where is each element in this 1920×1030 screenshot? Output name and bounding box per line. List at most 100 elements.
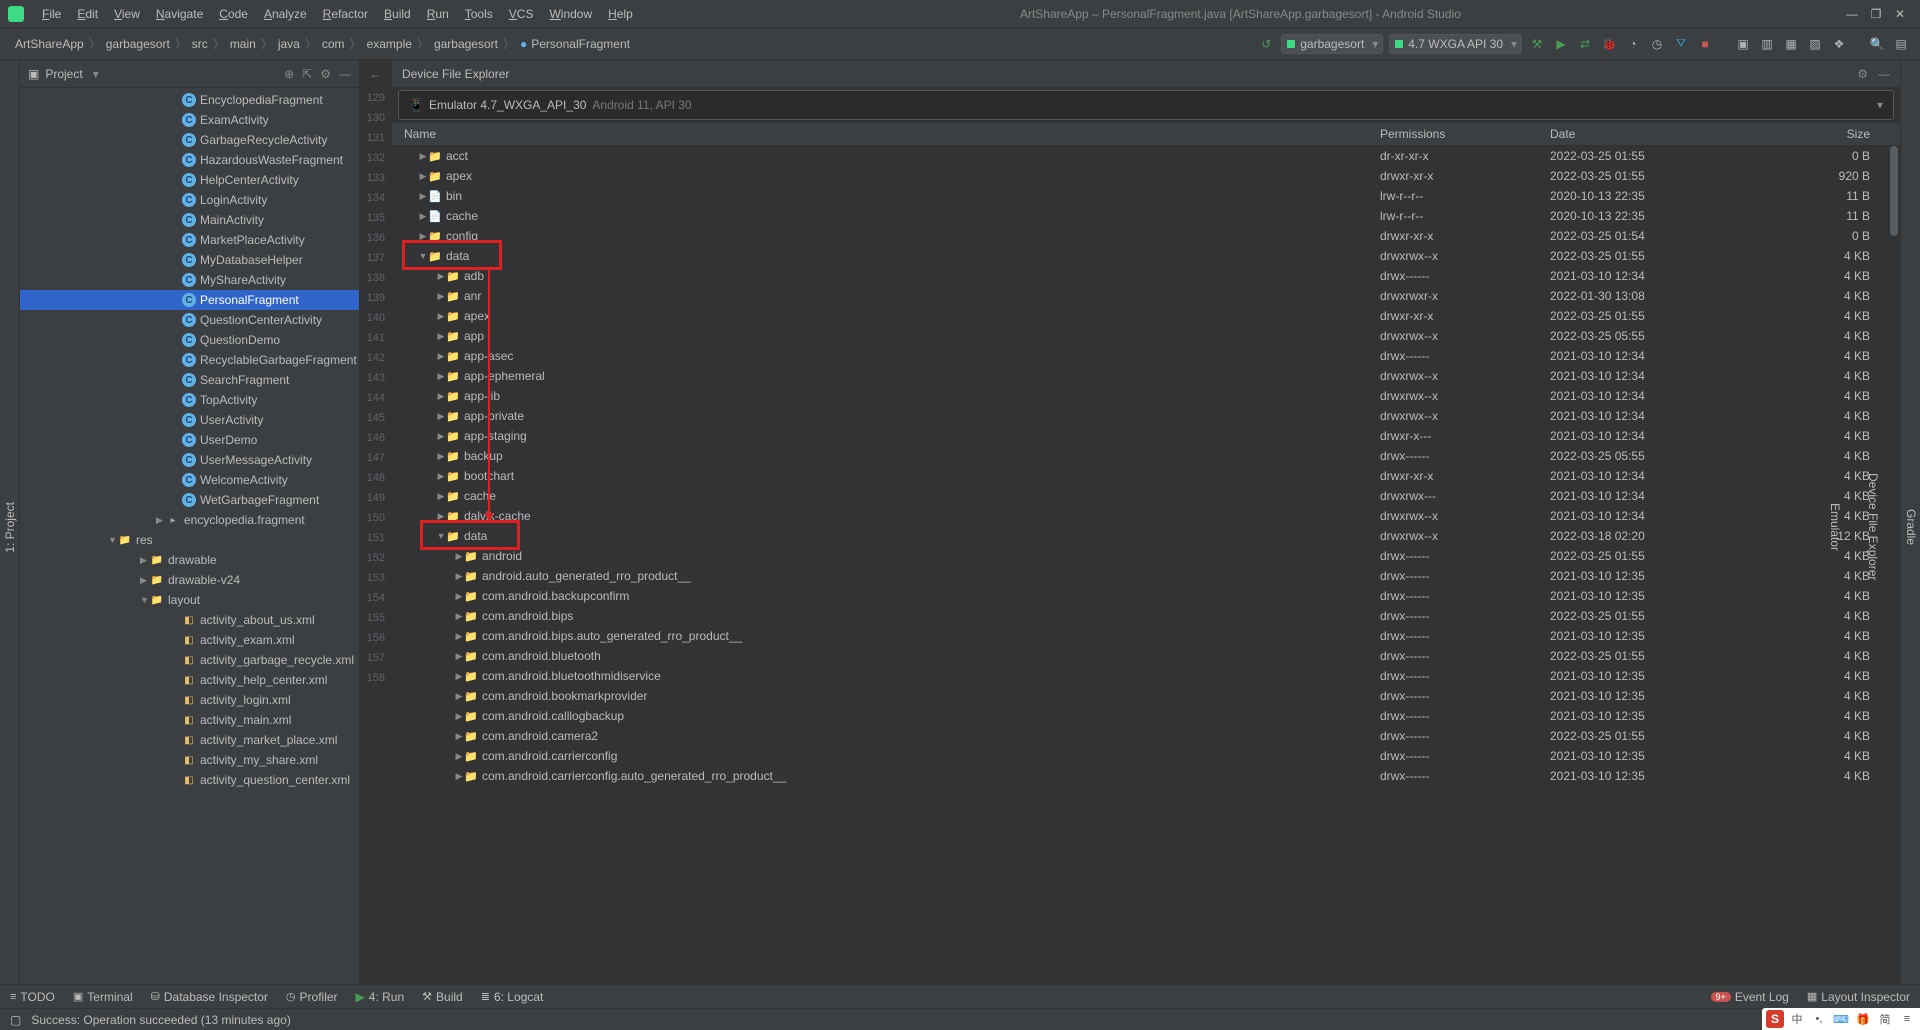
file-row-acct[interactable]: ▶📁acctdr-xr-xr-x2022-03-25 01:550 B: [392, 146, 1900, 166]
tree-item-LoginActivity[interactable]: CLoginActivity: [20, 190, 359, 210]
tree-item-HelpCenterActivity[interactable]: CHelpCenterActivity: [20, 170, 359, 190]
expand-arrow-icon[interactable]: ▶: [454, 731, 464, 742]
breadcrumb-garbagesort[interactable]: garbagesort: [429, 37, 503, 51]
tree-item-drawable[interactable]: ▶📁drawable: [20, 550, 359, 570]
tree-item-HazardousWasteFragment[interactable]: CHazardousWasteFragment: [20, 150, 359, 170]
ime-bar[interactable]: S 中 •, ⌨ 🎁 简 ≡: [1762, 1008, 1920, 1030]
expand-arrow-icon[interactable]: ▶: [454, 751, 464, 762]
apply-changes-icon[interactable]: ⇄: [1576, 35, 1594, 53]
tab-build[interactable]: ⚒ Build: [422, 990, 463, 1004]
resource-icon[interactable]: ▦: [1782, 35, 1800, 53]
file-row-com.android.bips.auto_generated_rro_product__[interactable]: ▶📁com.android.bips.auto_generated_rro_pr…: [392, 626, 1900, 646]
breadcrumb-example[interactable]: example: [362, 37, 417, 51]
gear-icon[interactable]: ⚙: [1857, 67, 1868, 81]
file-row-app-lib[interactable]: ▶📁app-libdrwxrwx--x2021-03-10 12:344 KB: [392, 386, 1900, 406]
expand-arrow-icon[interactable]: ▶: [454, 631, 464, 642]
tree-item-QuestionCenterActivity[interactable]: CQuestionCenterActivity: [20, 310, 359, 330]
file-row-app[interactable]: ▶📁appdrwxrwx--x2022-03-25 05:554 KB: [392, 326, 1900, 346]
file-row-com.android.bips[interactable]: ▶📁com.android.bipsdrwx------2022-03-25 0…: [392, 606, 1900, 626]
project-tree[interactable]: CEncyclopediaFragmentCExamActivityCGarba…: [20, 88, 359, 984]
tree-item-WelcomeActivity[interactable]: CWelcomeActivity: [20, 470, 359, 490]
file-row-cache[interactable]: ▶📁cachedrwxrwx---2021-03-10 12:344 KB: [392, 486, 1900, 506]
menu-vcs[interactable]: VCS: [501, 7, 542, 21]
avd-icon[interactable]: ▣: [1734, 35, 1752, 53]
tab-gradle[interactable]: Gradle: [1902, 503, 1920, 551]
expand-arrow-icon[interactable]: ▶: [436, 511, 446, 522]
tree-item-UserDemo[interactable]: CUserDemo: [20, 430, 359, 450]
tree-item-layout[interactable]: ▼📁layout: [20, 590, 359, 610]
expand-arrow-icon[interactable]: ▶: [454, 671, 464, 682]
tree-item-MyShareActivity[interactable]: CMyShareActivity: [20, 270, 359, 290]
search-icon[interactable]: 🔍: [1868, 35, 1886, 53]
expand-arrow-icon[interactable]: ▶: [454, 771, 464, 782]
expand-arrow-icon[interactable]: ▶: [436, 411, 446, 422]
menu-file[interactable]: File: [34, 7, 69, 21]
stop-icon[interactable]: ■: [1696, 35, 1714, 53]
sdk-icon[interactable]: ▥: [1758, 35, 1776, 53]
file-row-app-ephemeral[interactable]: ▶📁app-ephemeraldrwxrwx--x2021-03-10 12:3…: [392, 366, 1900, 386]
expand-arrow-icon[interactable]: ▶: [454, 651, 464, 662]
file-row-android.auto_generated_rro_product__[interactable]: ▶📁android.auto_generated_rro_product__dr…: [392, 566, 1900, 586]
breadcrumb-main[interactable]: main: [225, 37, 261, 51]
expand-arrow-icon[interactable]: ▶: [436, 431, 446, 442]
menu-refactor[interactable]: Refactor: [315, 7, 376, 21]
file-row-com.android.calllogbackup[interactable]: ▶📁com.android.calllogbackupdrwx------202…: [392, 706, 1900, 726]
ime-lang[interactable]: 中: [1788, 1010, 1806, 1028]
expand-arrow-icon[interactable]: ▶: [418, 231, 428, 242]
file-row-com.android.bluetooth[interactable]: ▶📁com.android.bluetoothdrwx------2022-03…: [392, 646, 1900, 666]
expand-arrow-icon[interactable]: ▶: [436, 331, 446, 342]
col-size[interactable]: Size: [1800, 127, 1900, 141]
expand-arrow-icon[interactable]: ▶: [436, 491, 446, 502]
expand-arrow-icon[interactable]: ▶: [454, 711, 464, 722]
expand-arrow-icon[interactable]: ▶: [436, 351, 446, 362]
profiler-icon[interactable]: ◷: [1648, 35, 1666, 53]
file-row-app-private[interactable]: ▶📁app-privatedrwxrwx--x2021-03-10 12:344…: [392, 406, 1900, 426]
tree-item-ExamActivity[interactable]: CExamActivity: [20, 110, 359, 130]
expand-arrow-icon[interactable]: ▶: [454, 551, 464, 562]
breadcrumb-com[interactable]: com: [317, 37, 350, 51]
editor-back-icon[interactable]: ←: [360, 60, 391, 88]
file-row-com.android.bluetoothmidiservice[interactable]: ▶📁com.android.bluetoothmidiservicedrwx--…: [392, 666, 1900, 686]
tab-profiler[interactable]: ◷ Profiler: [286, 990, 338, 1004]
device-select[interactable]: 4.7 WXGA API 30: [1389, 34, 1522, 54]
minimize-button[interactable]: —: [1840, 7, 1864, 21]
file-row-apex[interactable]: ▶📁apexdrwxr-xr-x2022-03-25 01:554 KB: [392, 306, 1900, 326]
expand-arrow-icon[interactable]: ▶: [436, 291, 446, 302]
file-row-android[interactable]: ▶📁androiddrwx------2022-03-25 01:554 KB: [392, 546, 1900, 566]
debug-icon[interactable]: 🐞: [1600, 35, 1618, 53]
expand-arrow-icon[interactable]: ▶: [436, 471, 446, 482]
ime-ballot-icon[interactable]: 🎁: [1854, 1010, 1872, 1028]
col-perm[interactable]: Permissions: [1380, 127, 1550, 141]
tree-item-RecyclableGarbageFragment[interactable]: CRecyclableGarbageFragment: [20, 350, 359, 370]
tree-item-WetGarbageFragment[interactable]: CWetGarbageFragment: [20, 490, 359, 510]
ime-keyboard-icon[interactable]: ⌨: [1832, 1010, 1850, 1028]
tab-event-log[interactable]: 9+ Event Log: [1711, 990, 1789, 1004]
menu-tools[interactable]: Tools: [457, 7, 501, 21]
tree-item-encyclopedia.fragment[interactable]: ▶▸encyclopedia.fragment: [20, 510, 359, 530]
tree-item-drawable-v24[interactable]: ▶📁drawable-v24: [20, 570, 359, 590]
tree-item-EncyclopediaFragment[interactable]: CEncyclopediaFragment: [20, 90, 359, 110]
target-icon[interactable]: ⊕: [284, 67, 294, 81]
tree-item-MainActivity[interactable]: CMainActivity: [20, 210, 359, 230]
breadcrumb-PersonalFragment[interactable]: PersonalFragment: [515, 37, 635, 51]
tree-item-MyDatabaseHelper[interactable]: CMyDatabaseHelper: [20, 250, 359, 270]
file-row-backup[interactable]: ▶📁backupdrwx------2022-03-25 05:554 KB: [392, 446, 1900, 466]
file-row-com.android.bookmarkprovider[interactable]: ▶📁com.android.bookmarkproviderdrwx------…: [392, 686, 1900, 706]
dfe-file-tree[interactable]: ▶📁acctdr-xr-xr-x2022-03-25 01:550 B ▶📁ape…: [392, 146, 1900, 984]
scrollbar-thumb[interactable]: [1890, 146, 1898, 236]
menu-window[interactable]: Window: [541, 7, 600, 21]
tree-item-activity_about_us.xml[interactable]: ◧activity_about_us.xml: [20, 610, 359, 630]
file-row-bootchart[interactable]: ▶📁bootchartdrwxr-xr-x2021-03-10 12:344 K…: [392, 466, 1900, 486]
tree-item-activity_market_place.xml[interactable]: ◧activity_market_place.xml: [20, 730, 359, 750]
tree-item-activity_exam.xml[interactable]: ◧activity_exam.xml: [20, 630, 359, 650]
file-row-anr[interactable]: ▶📁anrdrwxrwxr-x2022-01-30 13:084 KB: [392, 286, 1900, 306]
hide-icon[interactable]: —: [339, 67, 351, 81]
run-config-select[interactable]: garbagesort: [1281, 34, 1383, 54]
coverage-icon[interactable]: ◔: [1624, 35, 1642, 53]
toolwindow-toggle-icon[interactable]: ▢: [10, 1013, 21, 1027]
menu-view[interactable]: View: [106, 7, 148, 21]
expand-arrow-icon[interactable]: ▶: [436, 311, 446, 322]
sync-icon[interactable]: ↺: [1257, 35, 1275, 53]
tree-item-activity_my_share.xml[interactable]: ◧activity_my_share.xml: [20, 750, 359, 770]
tree-item-UserActivity[interactable]: CUserActivity: [20, 410, 359, 430]
